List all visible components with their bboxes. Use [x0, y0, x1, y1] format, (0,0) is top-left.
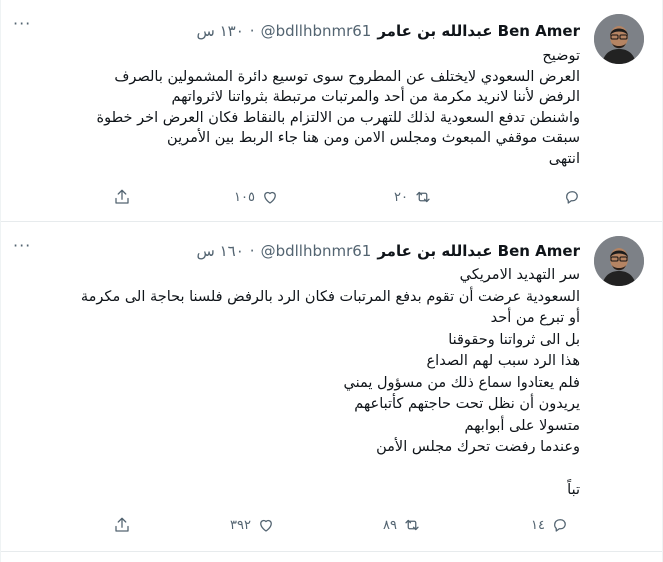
tweet[interactable]: ··· عبدالله بن عامر Ben Amer @bdllhbnmr6…	[1, 0, 662, 222]
like-count: ٣٩٢	[230, 517, 251, 533]
tweet-line: تباً	[567, 482, 580, 498]
more-options-icon[interactable]: ···	[13, 14, 31, 33]
separator-dot: ·	[249, 242, 255, 260]
timestamp[interactable]: ١٦٠ س	[197, 242, 244, 260]
share-icon	[115, 189, 129, 204]
share-button[interactable]	[113, 188, 131, 206]
heart-icon	[264, 191, 276, 204]
like-count: ١٠٥	[234, 189, 255, 205]
tweet-line: العرض السعودي لايختلف عن المطروح سوى توس…	[114, 68, 580, 85]
retweet-button[interactable]: ٨٩	[383, 516, 421, 534]
tweet[interactable]: ··· عبدالله بن عامر Ben Amer @bdllhbnmr6…	[1, 222, 662, 552]
author-name[interactable]: عبدالله بن عامر Ben Amer	[377, 242, 580, 260]
timeline: ··· عبدالله بن عامر Ben Amer @bdllhbnmr6…	[0, 0, 663, 562]
share-icon	[115, 517, 129, 532]
reply-icon	[566, 191, 578, 204]
retweet-button[interactable]: ٢٠	[394, 188, 432, 206]
tweet-line: سر التهديد الامريكي	[459, 267, 580, 283]
tweet-actions: ١٠٥ ٢٠	[1, 188, 662, 210]
share-button[interactable]	[113, 516, 131, 534]
retweet-count: ٨٩	[383, 517, 397, 533]
tweet-header: عبدالله بن عامر Ben Amer @bdllhbnmr61 · …	[197, 20, 580, 42]
tweet-line: أو تبرع من أحد	[490, 310, 580, 326]
tweet-line: توضيح	[542, 48, 580, 64]
author-handle[interactable]: @bdllhbnmr61	[261, 242, 372, 260]
reply-icon	[554, 519, 566, 532]
tweet-line: الرفض لأننا لانريد مكرمة من أحد والمرتبا…	[171, 89, 580, 105]
tweet-line: يريدون أن نظل تحت حاجتهم كأتباعهم	[354, 396, 580, 412]
tweet-text: توضيح العرض السعودي لايختلف عن المطروح س…	[40, 46, 580, 169]
avatar[interactable]	[594, 236, 644, 286]
retweet-count: ٢٠	[394, 189, 408, 205]
like-button[interactable]: ٣٩٢	[230, 516, 275, 534]
separator-dot: ·	[249, 22, 255, 40]
tweet-header: عبدالله بن عامر Ben Amer @bdllhbnmr61 · …	[197, 240, 580, 262]
reply-button[interactable]	[557, 188, 581, 206]
tweet-line: السعودية عرضت أن تقوم بدفع المرتبات فكان…	[80, 288, 580, 305]
reply-button[interactable]: ١٤	[531, 516, 569, 534]
heart-icon	[260, 519, 272, 532]
tweet-text: سر التهديد الامريكي السعودية عرضت أن تقو…	[40, 265, 580, 502]
reply-count: ١٤	[531, 517, 545, 533]
tweet-line: واشنطن تدفع السعودية لذلك للتهرب من الال…	[96, 109, 580, 126]
tweet-line: سبقت موقفي المبعوث ومجلس الامن ومن هنا ج…	[167, 130, 580, 146]
tweet-actions: ٣٩٢ ٨٩ ١٤	[1, 516, 662, 538]
retweet-icon	[405, 519, 419, 531]
retweet-icon	[416, 191, 430, 203]
more-options-icon[interactable]: ···	[13, 236, 31, 255]
tweet-line: انتهى	[548, 150, 580, 167]
avatar[interactable]	[594, 14, 644, 64]
tweet-line: فلم يعتادوا سماع ذلك من مسؤول يمني	[343, 374, 580, 391]
tweet-line: متسولا على أبوابهم	[464, 417, 580, 434]
timestamp[interactable]: ١٣٠ س	[197, 22, 244, 40]
tweet-line: وعندما رفضت تحرك مجلس الأمن	[376, 439, 580, 455]
tweet-line: هذا الرد سبب لهم الصداع	[426, 353, 580, 369]
tweet-line: بل الى ثرواتنا وحقوقنا	[448, 331, 580, 348]
like-button[interactable]: ١٠٥	[234, 188, 279, 206]
author-name[interactable]: عبدالله بن عامر Ben Amer	[377, 22, 580, 40]
author-handle[interactable]: @bdllhbnmr61	[261, 22, 372, 40]
